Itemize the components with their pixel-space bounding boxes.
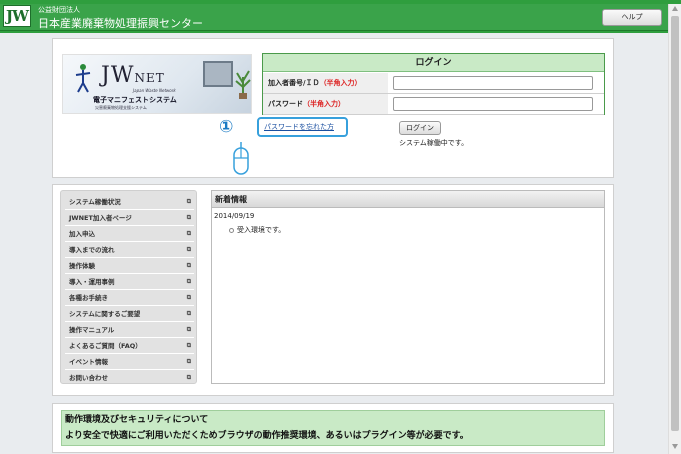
menu-item-label: お問い合わせ bbox=[69, 374, 108, 382]
bullet-icon bbox=[229, 227, 234, 233]
banner-brand: JWNET bbox=[101, 63, 165, 88]
menu-item-label: 操作体験 bbox=[69, 262, 95, 270]
banner-brand-suffix: NET bbox=[134, 71, 165, 85]
menu-item-label: よくあるご質問（FAQ） bbox=[69, 342, 142, 350]
external-link-icon: ⧉ bbox=[186, 262, 191, 269]
external-link-icon: ⧉ bbox=[186, 326, 191, 333]
scroll-down-icon[interactable] bbox=[672, 444, 678, 449]
environment-subtitle: より安全で快適にご利用いただくためブラウザの動作推奨環境、あるいはプラグイン等が… bbox=[65, 431, 469, 441]
system-status: システム稼働中です。 bbox=[399, 139, 469, 147]
password-input-note: （半角入力） bbox=[303, 100, 345, 108]
org-name: 日本産業廃棄物処理振興センター bbox=[38, 17, 203, 30]
menu-item-system-status[interactable]: システム稼働状況 ⧉ bbox=[65, 194, 194, 210]
external-link-icon: ⧉ bbox=[186, 246, 191, 253]
login-title: ログイン bbox=[263, 54, 604, 72]
banner-tagline: Japan Waste Network bbox=[133, 88, 176, 93]
org-type-label: 公益財団法人 bbox=[38, 6, 80, 14]
external-link-icon: ⧉ bbox=[186, 374, 191, 381]
password-label: パスワード（半角入力） bbox=[263, 94, 388, 114]
step-marker: ① bbox=[219, 117, 234, 137]
menu-item-onboarding-flow[interactable]: 導入までの流れ ⧉ bbox=[65, 242, 194, 258]
plant-image bbox=[235, 70, 251, 99]
password-input[interactable] bbox=[393, 97, 593, 111]
id-input-note: （半角入力） bbox=[319, 79, 362, 87]
id-row: 加入者番号/ＩＤ（半角入力） bbox=[263, 73, 604, 94]
menu-item-case-studies[interactable]: 導入・運用事例 ⧉ bbox=[65, 274, 194, 290]
menu-item-manual[interactable]: 操作マニュアル ⧉ bbox=[65, 322, 194, 338]
id-input[interactable] bbox=[393, 76, 593, 90]
news-item[interactable]: 受入環境です。 bbox=[229, 225, 285, 235]
menu-item-label: システム稼働状況 bbox=[69, 198, 121, 206]
news-item-text: 受入環境です。 bbox=[237, 226, 286, 234]
news-panel: 新着情報 2014/09/19 受入環境です。 bbox=[211, 190, 605, 384]
menu-item-apply[interactable]: 加入申込 ⧉ bbox=[65, 226, 194, 242]
banner-brand-main: JW bbox=[101, 63, 135, 88]
vertical-scrollbar[interactable] bbox=[668, 4, 681, 454]
password-row: パスワード（半角入力） bbox=[263, 94, 604, 115]
news-title: 新着情報 bbox=[212, 191, 604, 208]
external-link-icon: ⧉ bbox=[186, 198, 191, 205]
side-menu: システム稼働状況 ⧉ JWNET加入者ページ ⧉ 加入申込 ⧉ 導入までの流れ ⧉ 操作… bbox=[60, 190, 197, 386]
menu-item-label: 導入までの流れ bbox=[69, 246, 115, 254]
menu-item-member-page[interactable]: JWNET加入者ページ ⧉ bbox=[65, 210, 194, 226]
external-link-icon: ⧉ bbox=[186, 278, 191, 285]
menu-item-label: 各種お手続き bbox=[69, 294, 108, 302]
external-link-icon: ⧉ bbox=[186, 358, 191, 365]
menu-item-label: 操作マニュアル bbox=[69, 326, 115, 334]
menu-item-label: イベント情報 bbox=[69, 358, 108, 366]
external-link-icon: ⧉ bbox=[186, 342, 191, 349]
menu-item-contact[interactable]: お問い合わせ ⧉ bbox=[65, 370, 194, 386]
mouse-icon bbox=[233, 142, 249, 175]
login-button[interactable]: ログイン bbox=[399, 121, 441, 135]
external-link-icon: ⧉ bbox=[186, 214, 191, 221]
menu-item-label: 導入・運用事例 bbox=[69, 278, 115, 286]
banner-title: 電子マニフェストシステム bbox=[93, 96, 177, 104]
external-link-icon: ⧉ bbox=[186, 310, 191, 317]
menu-item-events[interactable]: イベント情報 ⧉ bbox=[65, 354, 194, 370]
id-label-text: 加入者番号/ＩＤ bbox=[268, 79, 320, 87]
banner-subtitle: 災害廃棄物処理支援システム bbox=[95, 105, 147, 110]
jw-logo[interactable]: JW bbox=[3, 5, 31, 27]
id-label: 加入者番号/ＩＤ（半角入力） bbox=[263, 73, 388, 93]
menu-item-requests[interactable]: システムに関するご要望 ⧉ bbox=[65, 306, 194, 322]
environment-title: 動作環境及びセキュリティについて bbox=[65, 415, 209, 425]
help-button[interactable]: ヘルプ bbox=[602, 9, 662, 26]
news-date: 2014/09/19 bbox=[214, 212, 255, 220]
scroll-up-icon[interactable] bbox=[672, 6, 678, 11]
jwnet-banner: JWNET Japan Waste Network 電子マニフェストシステム 災… bbox=[62, 54, 252, 114]
menu-item-label: 加入申込 bbox=[69, 230, 95, 238]
scroll-thumb[interactable] bbox=[671, 16, 679, 431]
external-link-icon: ⧉ bbox=[186, 294, 191, 301]
menu-item-demo[interactable]: 操作体験 ⧉ bbox=[65, 258, 194, 274]
forgot-password-link[interactable]: パスワードを忘れた方 bbox=[264, 122, 334, 132]
password-label-text: パスワード bbox=[268, 100, 303, 108]
menu-item-label: システムに関するご要望 bbox=[69, 310, 141, 318]
menu-item-procedures[interactable]: 各種お手続き ⧉ bbox=[65, 290, 194, 306]
external-link-icon: ⧉ bbox=[186, 230, 191, 237]
person-logo-icon bbox=[75, 64, 91, 93]
menu-item-faq[interactable]: よくあるご質問（FAQ） ⧉ bbox=[65, 338, 194, 354]
monitor-image bbox=[203, 61, 233, 87]
menu-item-label: JWNET加入者ページ bbox=[69, 214, 132, 222]
